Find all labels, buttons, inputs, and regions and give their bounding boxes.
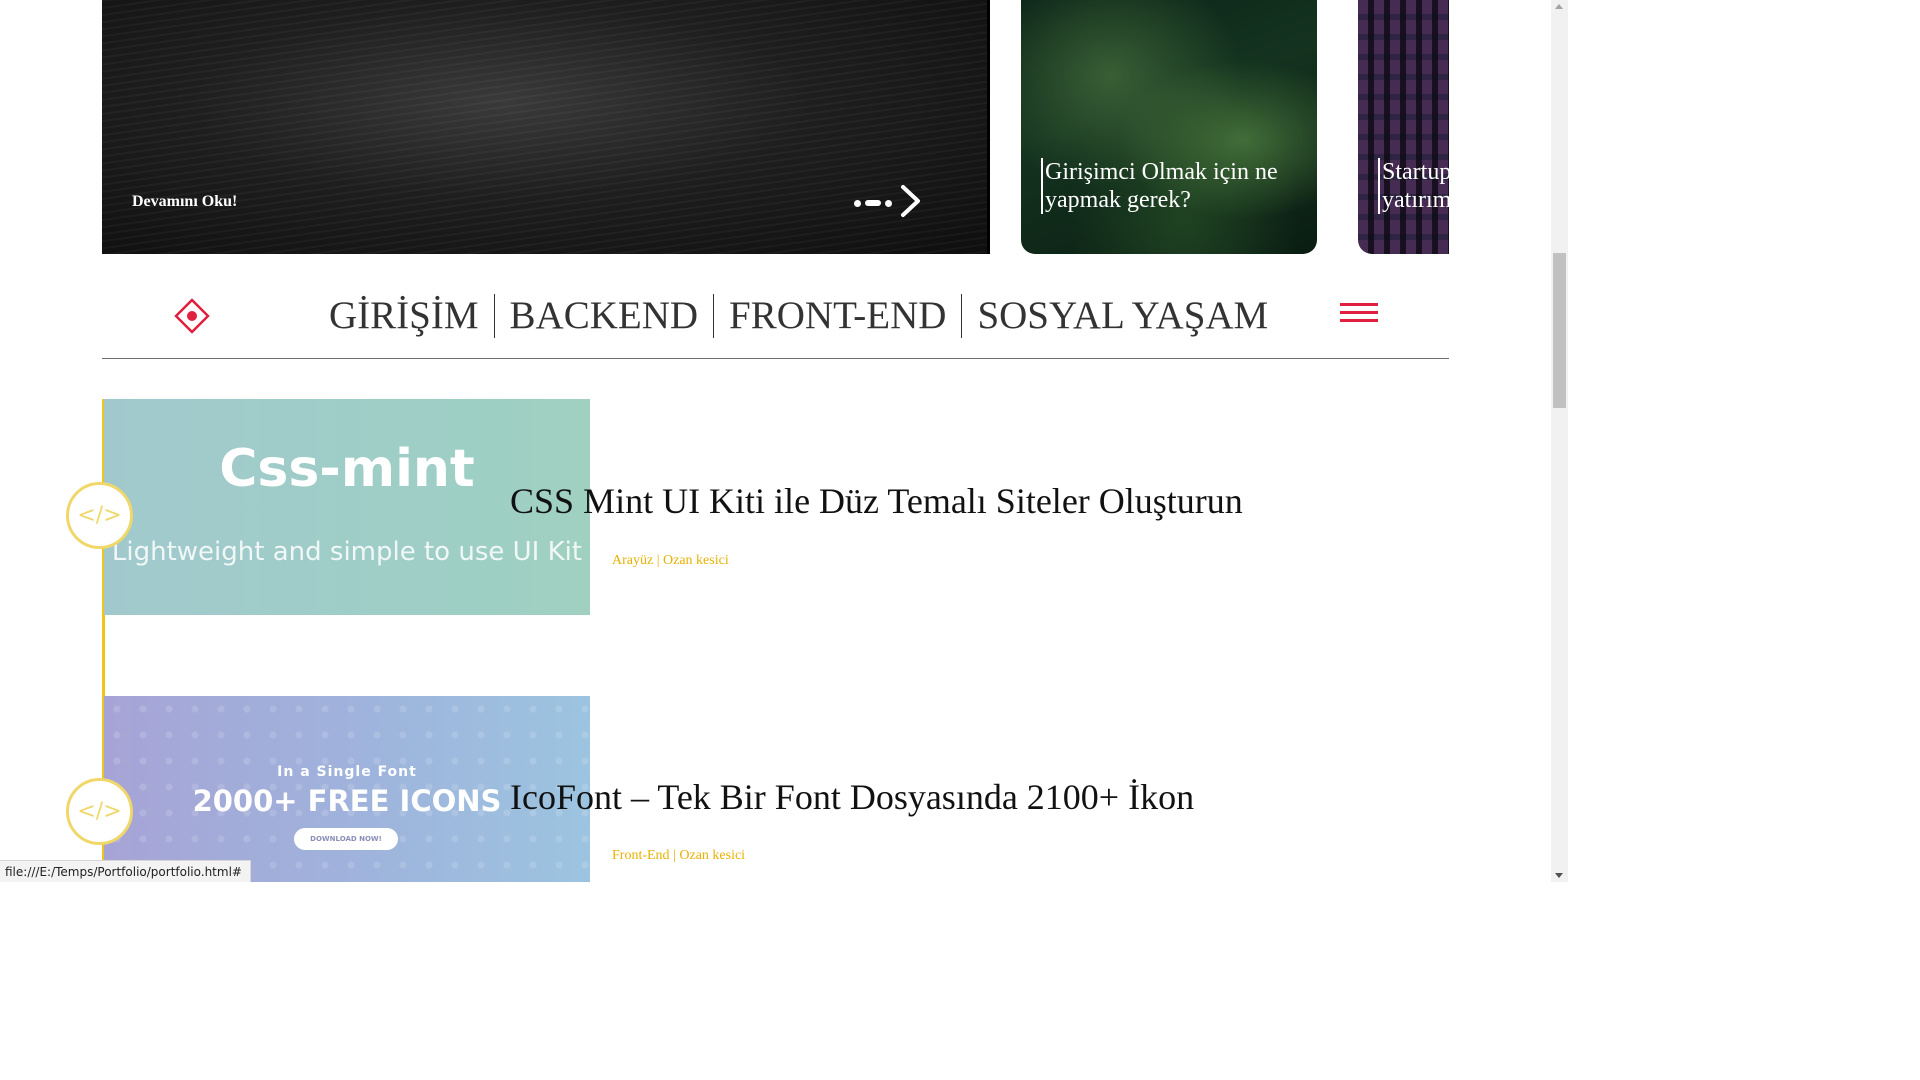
slider-card-startup[interactable]: Startup yatırım: [1358, 0, 1449, 254]
post-author-link[interactable]: Ozan kesici: [679, 848, 745, 863]
scroll-down-arrow-icon[interactable]: [1555, 873, 1563, 878]
slider-dots: [854, 199, 892, 207]
slider-dot-3[interactable]: [885, 199, 892, 207]
slider-card-title: Girişimci Olmak için ne yapmak gerek?: [1041, 158, 1278, 214]
slider-dot-2[interactable]: [865, 200, 881, 206]
browser-status-bar: file:///E:/Temps/Portfolio/portfolio.htm…: [0, 860, 251, 882]
scroll-up-arrow-icon[interactable]: [1555, 4, 1563, 9]
vertical-scrollbar[interactable]: [1551, 0, 1568, 882]
post-title-icofont[interactable]: IcoFont – Tek Bir Font Dosyasında 2100+ …: [510, 776, 1194, 818]
hero-edge: [987, 0, 990, 254]
diamond-logo-icon[interactable]: [174, 298, 210, 334]
post-meta: Arayüz | Ozan kesici: [612, 553, 729, 569]
read-more-link[interactable]: Devamını Oku!: [132, 193, 237, 211]
post-meta: Front-End | Ozan kesici: [612, 848, 745, 864]
hamburger-icon[interactable]: [1340, 303, 1378, 325]
scrollbar-thumb[interactable]: [1553, 253, 1566, 408]
slider-card-girisimci[interactable]: Girişimci Olmak için ne yapmak gerek?: [1021, 0, 1317, 254]
hero-slide[interactable]: Devamını Oku!: [102, 0, 990, 254]
card-title-line: yapmak gerek?: [1045, 187, 1191, 213]
card-title-line: Girişimci Olmak için ne: [1045, 159, 1278, 185]
post-category-link[interactable]: Front-End: [612, 848, 670, 863]
meta-separator: |: [653, 553, 664, 568]
thumbnail-download-button[interactable]: DOWNLOAD NOW!: [294, 828, 398, 850]
hamburger-bar: [1340, 311, 1378, 314]
post-category-link[interactable]: Arayüz: [612, 553, 653, 568]
card-title-line: Startup: [1382, 159, 1449, 185]
slider-card-title: Startup yatırım: [1378, 158, 1449, 214]
card-title-line: yatırım: [1382, 187, 1449, 213]
slider-dot-1[interactable]: [854, 199, 861, 207]
page: Devamını Oku! Girişimci Olmak için ne ya…: [0, 0, 1551, 882]
nav-item-backend[interactable]: BACKEND: [493, 294, 714, 338]
nav-item-girisim[interactable]: GİRİŞİM: [314, 294, 494, 338]
hamburger-bar: [1340, 303, 1378, 306]
nav-item-front-end[interactable]: FRONT-END: [713, 294, 961, 338]
thumbnail-subtitle: Lightweight and simple to use UI Kit: [111, 537, 583, 567]
code-icon: </>: [66, 482, 133, 549]
post-author-link[interactable]: Ozan kesici: [663, 553, 729, 568]
main-nav: GİRİŞİM BACKEND FRONT-END SOSYAL YAŞAM: [102, 270, 1449, 359]
nav-menu: GİRİŞİM BACKEND FRONT-END SOSYAL YAŞAM: [314, 294, 1283, 338]
chevron-right-icon[interactable]: [898, 184, 922, 218]
post-title-css-mint[interactable]: CSS Mint UI Kiti ile Düz Temalı Siteler …: [510, 480, 1243, 522]
meta-separator: |: [669, 848, 680, 863]
code-icon: </>: [66, 778, 133, 845]
nav-item-sosyal-yasam[interactable]: SOSYAL YAŞAM: [961, 294, 1283, 338]
hamburger-bar: [1340, 319, 1378, 322]
